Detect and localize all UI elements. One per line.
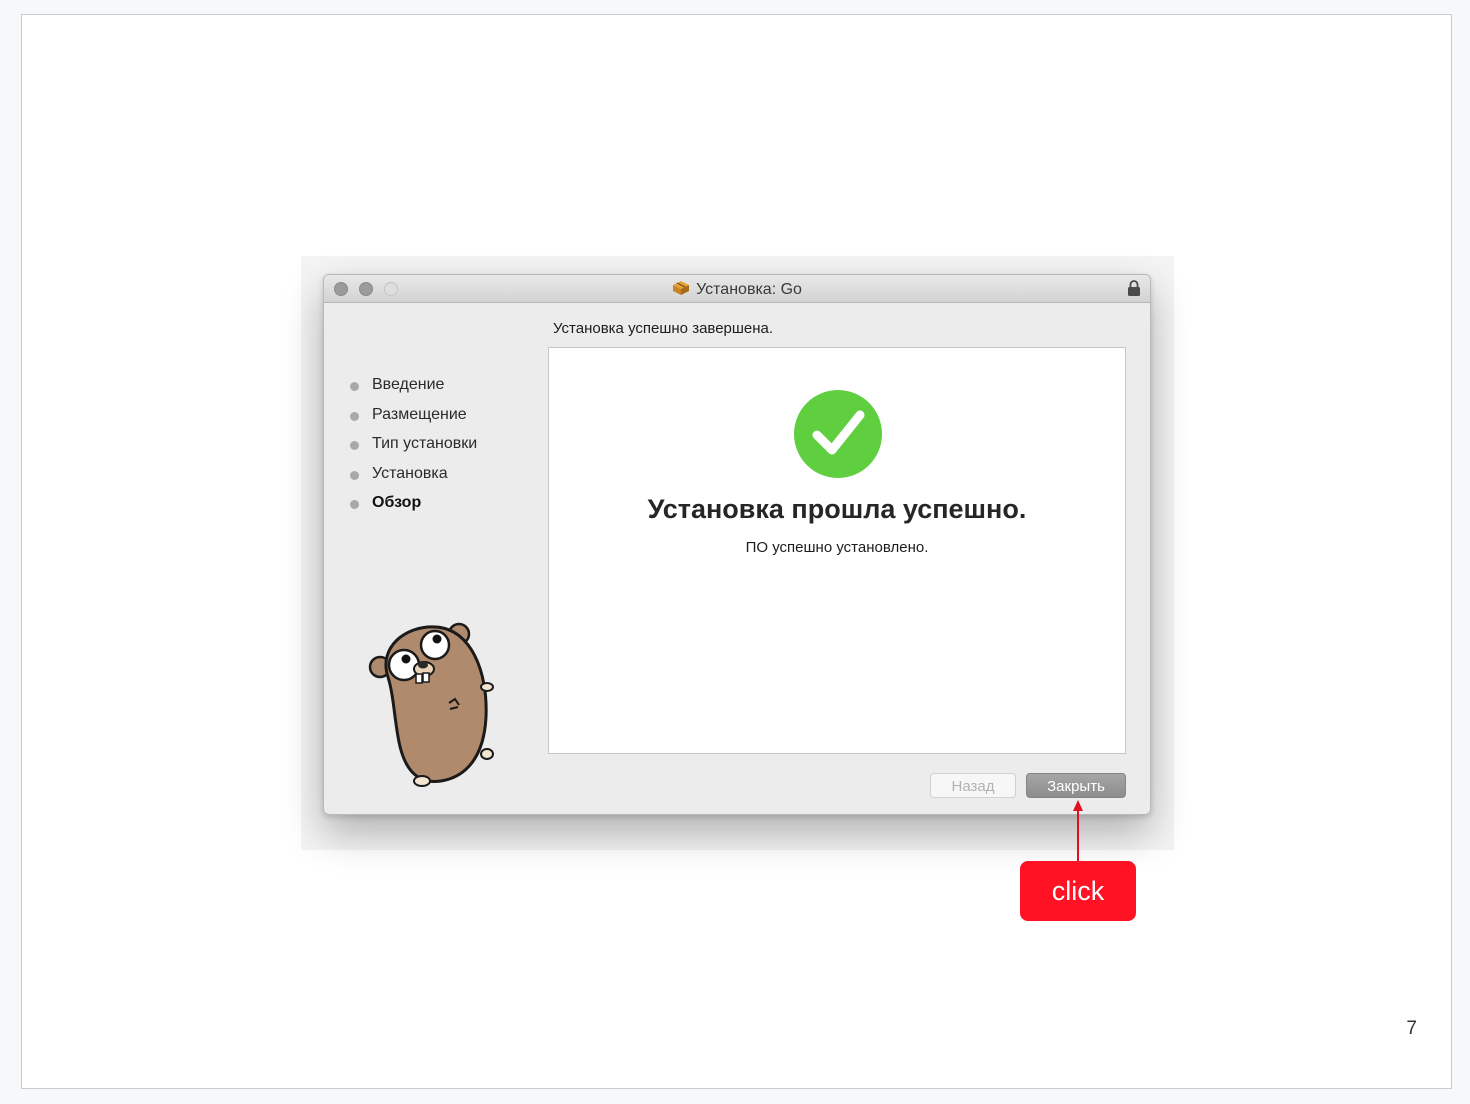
step-label: Размещение [372,405,467,423]
close-button[interactable]: Закрыть [1026,773,1126,798]
success-subtitle: ПО успешно установлено. [745,539,929,556]
step-label: Обзор [372,494,422,512]
gopher-mascot [366,617,496,792]
step-header: Установка успешно завершена. [553,320,774,337]
step-label: Введение [372,376,445,393]
step-label: Тип установки [372,435,478,453]
step-dot [350,382,359,391]
click-annotation-label: click [1020,861,1136,921]
slide: Установка: Go Установка успешно завершен… [21,14,1452,1089]
step-installation: Установка [348,462,477,492]
annotation-arrow [1073,800,1083,862]
package-icon [672,280,690,301]
checkmark-icon [793,389,883,484]
window-title: Установка: Go [696,281,802,298]
screenshot-frame: Установка: Go Установка успешно завершен… [301,256,1174,850]
step-dot [350,500,359,510]
installer-window: Установка: Go Установка успешно завершен… [323,274,1151,815]
step-dot [350,411,359,421]
back-button[interactable]: Назад [930,773,1016,798]
step-installation-type: Тип установки [348,432,477,462]
step-summary: Обзор [348,491,477,521]
step-label: Установка [372,464,448,482]
title-bar[interactable]: Установка: Go [324,275,1150,303]
steps-list: Введение Размещение Тип установки Устано… [348,373,477,521]
window-title-wrap: Установка: Go [324,280,1150,301]
content-panel: Установка прошла успешно. ПО успешно уст… [548,347,1126,754]
step-dot [350,470,359,480]
step-destination: Размещение [348,403,477,433]
step-dot [350,441,359,451]
lock-icon[interactable] [1127,279,1141,302]
page-number: 7 [1406,1018,1417,1039]
success-title: Установка прошла успешно. [647,494,1027,524]
step-introduction: Введение [348,373,477,403]
